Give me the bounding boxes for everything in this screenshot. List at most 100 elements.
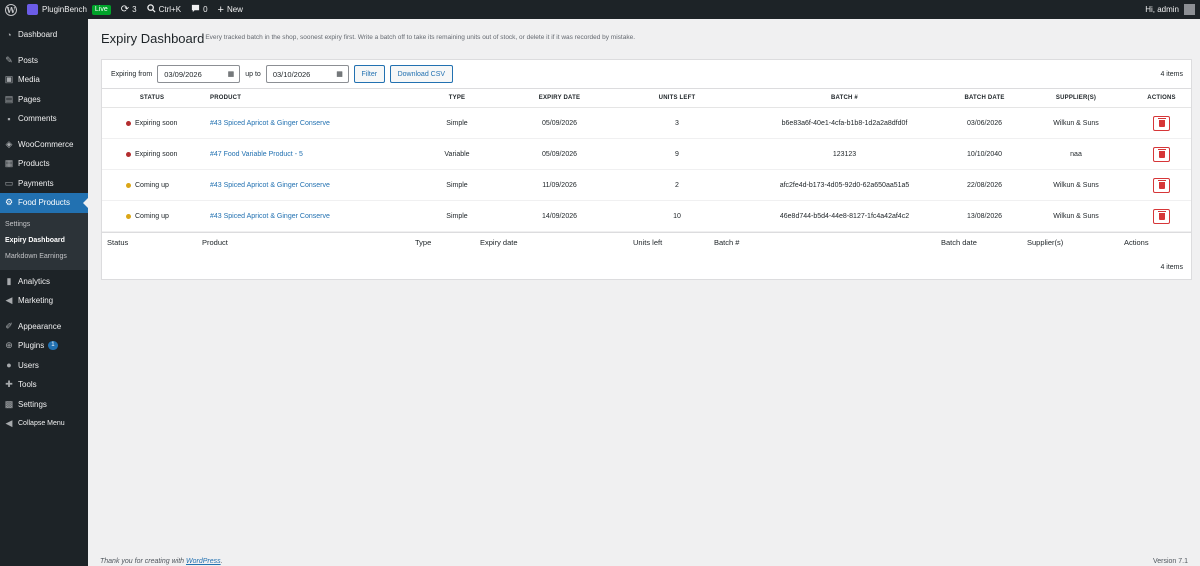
delete-button[interactable] [1153,115,1170,131]
trash-icon [1157,179,1166,189]
sidebar-item-label: Dashboard [18,30,58,40]
comment-icon: ▪ [7,113,11,124]
comments-count: 0 [203,5,208,14]
sidebar-item-label: Analytics [18,276,51,286]
sidebar-item-pages[interactable]: ▤ Pages [0,90,88,110]
sidebar-item-label: Pages [18,94,41,104]
sidebar-item-analytics[interactable]: ▮ Analytics [0,272,88,292]
items-count: 4 items [1160,70,1183,78]
sidebar-item-label: WooCommerce [18,139,74,149]
batch-cell: 46e8d744-b5d4-44e8-8127-1fc4a42af4c2 [779,212,910,220]
sidebar-item-label: Posts [18,55,39,65]
updates-menu[interactable]: ⟳ 3 [116,0,142,19]
sidebar-item-label: Tools [18,380,37,390]
delete-button[interactable] [1153,146,1170,162]
expiry-date-cell: 11/09/2026 [542,181,577,189]
status-text: Expiring soon [135,119,178,127]
sidebar-item-tools[interactable]: ✚ Tools [0,375,88,395]
trash-icon [1157,210,1166,220]
sidebar-item-posts[interactable]: ✎ Posts [0,51,88,71]
table-row: Coming up #43 Spiced Apricot & Ginger Co… [102,201,1191,232]
greeting: Hi, admin [1145,5,1179,14]
column-header-product: PRODUCT [210,95,242,101]
command-search[interactable]: Ctrl+K [142,0,186,19]
new-content-menu[interactable]: + New [213,0,248,19]
units-left-cell: 3 [675,119,679,127]
expiring-from-input[interactable]: 03/09/2026 ▦ [157,65,241,83]
sidebar-item-label: Users [18,360,39,370]
expiry-date-cell: 14/09/2026 [541,212,578,220]
table-footer: Status Product Type Expiry date Units le… [102,232,1191,252]
status-text: Coming up [135,181,169,189]
product-link[interactable]: #47 Food Variable Product - 5 [210,151,303,158]
batch-date-cell: 22/08/2026 [966,181,1003,189]
sidebar-item-marketing[interactable]: ◀ Marketing [0,291,88,311]
woo-icon: ◈ [5,138,13,149]
sidebar-item-comments[interactable]: ▪ Comments [0,109,88,129]
expiring-from-value: 03/09/2026 [164,69,202,79]
footer-header-batch: Batch # [714,238,740,247]
main-content: Expiry Dashboard Every tracked batch in … [88,19,1200,566]
site-name-menu[interactable]: PluginBench Live [22,0,116,19]
supplier-cell: naa [1070,150,1082,158]
sidebar-item-payments[interactable]: ▭ Payments [0,174,88,194]
megaphone-icon: ◀ [5,295,13,306]
expiry-date-cell: 05/09/2026 [541,119,578,127]
footer-header-suppliers: Supplier(s) [1027,238,1064,247]
submenu-item-markdown-earnings[interactable]: Markdown Earnings [0,249,88,265]
download-csv-button[interactable]: Download CSV [389,65,453,83]
dashboard-icon: ◔ [6,29,12,40]
sidebar-item-plugins[interactable]: ⊕ Plugins 1 [0,336,88,356]
comment-icon [191,4,200,15]
sidebar-item-appearance[interactable]: ✐ Appearance [0,317,88,337]
status-text: Expiring soon [135,150,178,158]
account-menu[interactable]: Hi, admin [1140,0,1200,19]
sidebar-item-label: Marketing [18,296,54,306]
sidebar-item-label: Appearance [18,321,62,331]
footer-header-status: Status [107,238,129,247]
expiring-to-value: 03/10/2026 [272,69,311,79]
users-icon: ● [6,360,12,371]
sidebar-item-users[interactable]: ● Users [0,356,88,376]
submenu-item-settings[interactable]: Settings [0,217,88,233]
footer-header-units-left: Units left [633,238,663,247]
live-badge: Live [91,4,111,15]
sidebar-item-woocommerce[interactable]: ◈ WooCommerce [0,135,88,155]
product-link[interactable]: #43 Spiced Apricot & Ginger Conserve [210,182,330,189]
submenu-item-expiry-dashboard[interactable]: Expiry Dashboard [0,233,88,249]
status-dot [126,213,131,219]
sidebar-item-food-products[interactable]: ⚙ Food Products [0,193,88,213]
comments-menu[interactable]: 0 [186,0,212,19]
brush-icon: ✐ [5,320,13,331]
column-header-units-left: UNITS LEFT [658,95,696,101]
delete-button[interactable] [1153,177,1170,193]
page-header: Expiry Dashboard Every tracked batch in … [101,31,635,46]
sidebar-item-settings[interactable]: ▩ Settings [0,395,88,415]
expiring-to-input[interactable]: 03/10/2026 ▦ [265,65,349,83]
plugin-icon: ⊕ [5,340,13,351]
product-link[interactable]: #43 Spiced Apricot & Ginger Conserve [210,120,330,127]
wordpress-link[interactable]: WordPress [186,558,221,565]
collapse-menu-button[interactable]: ◀ Collapse Menu [0,414,88,434]
product-link[interactable]: #43 Spiced Apricot & Ginger Conserve [210,213,330,220]
table-row: Coming up #43 Spiced Apricot & Ginger Co… [102,170,1191,201]
search-shortcut: Ctrl+K [158,5,182,14]
footer-thanks-suffix: . [220,558,223,565]
type-cell: Simple [446,181,468,189]
footer-header-product: Product [202,238,228,247]
sidebar-item-media[interactable]: ▣ Media [0,70,88,90]
type-cell: Simple [446,212,468,220]
sidebar-item-dashboard[interactable]: ◔ Dashboard [0,25,88,45]
filter-button[interactable]: Filter [353,65,385,83]
wordpress-logo-menu[interactable]: W [0,0,22,19]
updates-count: 3 [132,5,137,14]
page-description: Every tracked batch in the shop, soonest… [205,34,636,41]
page-title: Expiry Dashboard [101,31,205,46]
footer-header-actions: Actions [1124,238,1149,247]
version-text: Version 7.1 [1152,558,1188,565]
updates-icon: ⟳ [120,4,130,15]
footer-header-type: Type [415,238,432,247]
sidebar-item-products[interactable]: ▦ Products [0,154,88,174]
delete-button[interactable] [1153,208,1170,224]
footer-thanks-text: Thank you for creating with [100,558,186,565]
